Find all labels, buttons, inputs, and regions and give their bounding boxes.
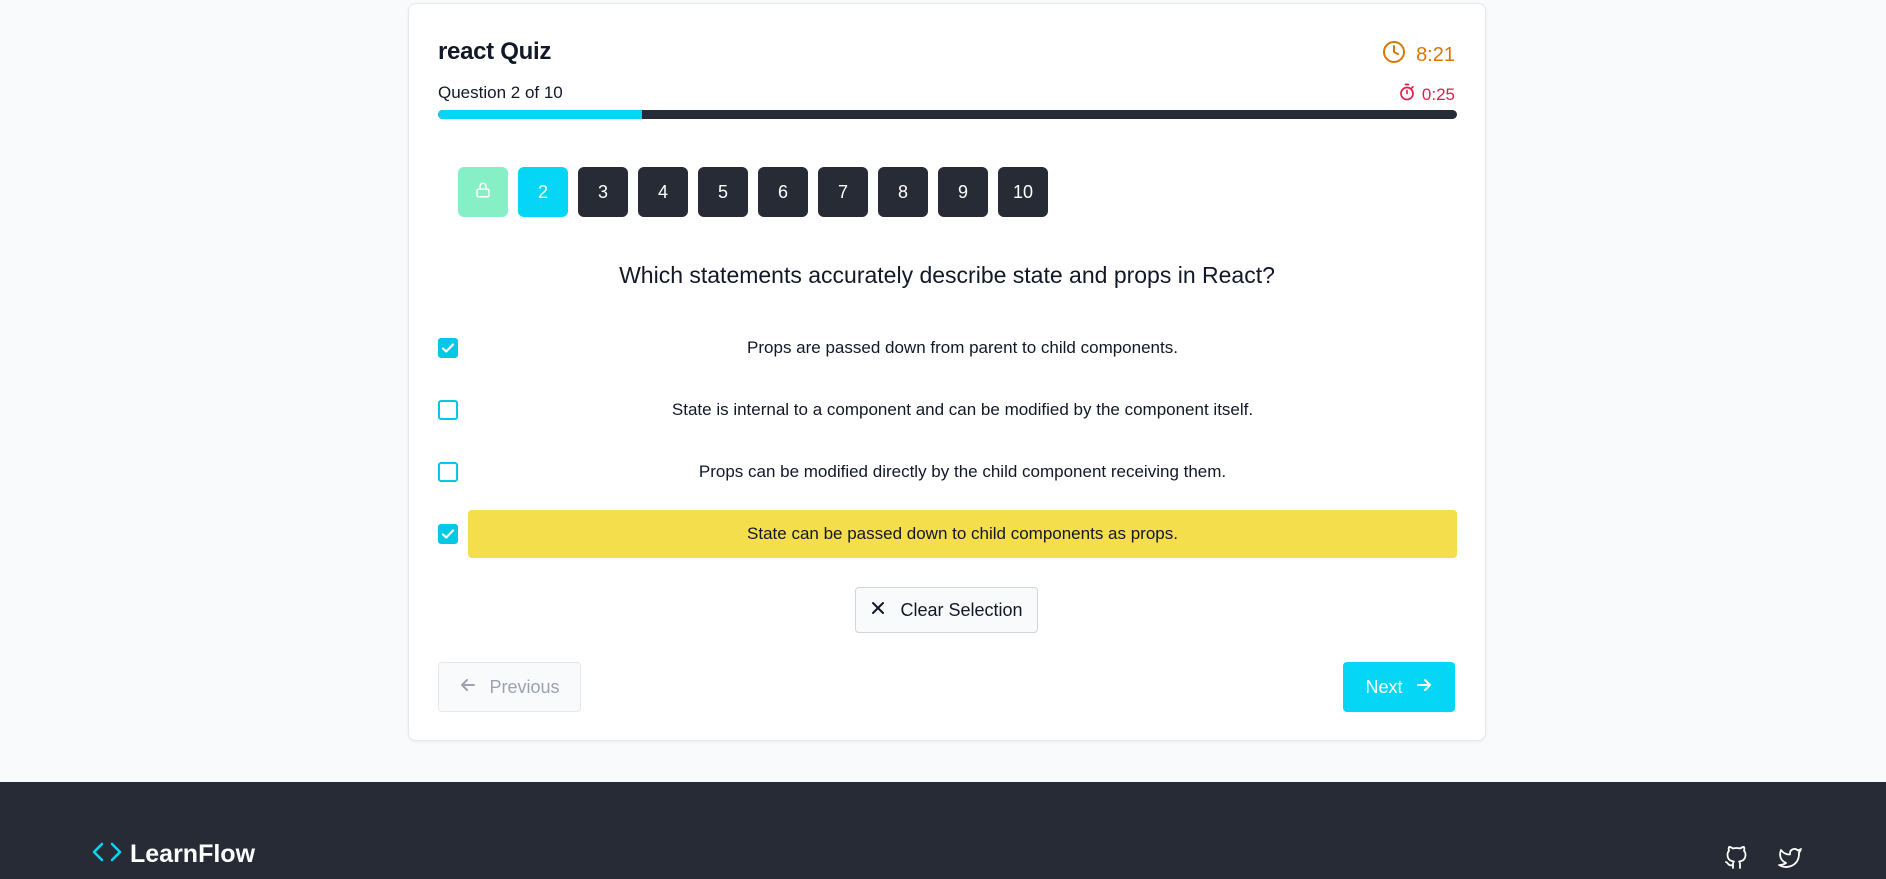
question-nav-button-7[interactable]: 7 bbox=[818, 167, 868, 217]
question-nav-label: 9 bbox=[957, 181, 968, 202]
clear-selection-button[interactable]: Clear Selection bbox=[855, 587, 1038, 633]
question-nav-button-2[interactable]: 2 bbox=[518, 167, 568, 217]
question-counter: Question 2 of 10 bbox=[438, 83, 563, 102]
progress-fill bbox=[438, 110, 642, 119]
question-nav-label: 8 bbox=[897, 181, 908, 202]
question-nav-label: 7 bbox=[837, 181, 848, 202]
option-row-3[interactable]: Props can be modified directly by the ch… bbox=[438, 448, 1457, 496]
option-checkbox[interactable] bbox=[438, 462, 458, 482]
clock-icon bbox=[1382, 40, 1406, 70]
arrow-right-icon bbox=[1415, 676, 1433, 699]
question-nav-button-8[interactable]: 8 bbox=[878, 167, 928, 217]
previous-label: Previous bbox=[489, 676, 560, 697]
question-nav-button-5[interactable]: 5 bbox=[698, 167, 748, 217]
question-nav-label: 10 bbox=[1012, 181, 1034, 202]
close-icon bbox=[870, 600, 886, 621]
brand-name: LearnFlow bbox=[130, 840, 256, 868]
total-time-value: 8:21 bbox=[1416, 43, 1455, 66]
clear-selection-label: Clear Selection bbox=[900, 599, 1023, 620]
github-icon[interactable] bbox=[1724, 846, 1748, 870]
question-timer: 0:25 bbox=[1398, 83, 1455, 106]
next-button[interactable]: Next bbox=[1343, 662, 1455, 712]
option-label[interactable]: Props can be modified directly by the ch… bbox=[468, 448, 1457, 496]
question-nav-label: 3 bbox=[597, 181, 608, 202]
option-label[interactable]: Props are passed down from parent to chi… bbox=[468, 324, 1457, 372]
question-nav-button-6[interactable]: 6 bbox=[758, 167, 808, 217]
progress-bar bbox=[438, 110, 1457, 119]
option-row-1[interactable]: Props are passed down from parent to chi… bbox=[438, 324, 1457, 372]
checkmark-icon bbox=[441, 341, 455, 355]
question-nav-label: 4 bbox=[657, 181, 668, 202]
stopwatch-icon bbox=[1398, 83, 1416, 106]
question-text: Which statements accurately describe sta… bbox=[619, 262, 1275, 288]
question-time-value: 0:25 bbox=[1421, 84, 1455, 104]
lock-icon bbox=[474, 181, 492, 204]
question-nav-button-10[interactable]: 10 bbox=[998, 167, 1048, 217]
question-nav-button-3[interactable]: 3 bbox=[578, 167, 628, 217]
option-row-4[interactable]: State can be passed down to child compon… bbox=[438, 510, 1457, 558]
option-row-2[interactable]: State is internal to a component and can… bbox=[438, 386, 1457, 434]
arrow-left-icon bbox=[459, 676, 477, 699]
question-nav-button-4[interactable]: 4 bbox=[638, 167, 688, 217]
brand-logo[interactable]: LearnFlow bbox=[92, 840, 255, 869]
question-nav-button-9[interactable]: 9 bbox=[938, 167, 988, 217]
question-nav-button-1[interactable] bbox=[458, 167, 508, 217]
footer: LearnFlow bbox=[0, 782, 1886, 879]
option-checkbox[interactable] bbox=[438, 524, 458, 544]
option-checkbox[interactable] bbox=[438, 400, 458, 420]
question-nav-label: 5 bbox=[717, 181, 728, 202]
option-label[interactable]: State is internal to a component and can… bbox=[468, 386, 1457, 434]
option-checkbox[interactable] bbox=[438, 338, 458, 358]
twitter-icon[interactable] bbox=[1778, 846, 1802, 870]
code-brackets-icon bbox=[92, 840, 122, 869]
question-navigator: 2 3 4 5 6 7 8 9 10 bbox=[458, 167, 1048, 217]
question-nav-label: 2 bbox=[537, 181, 548, 202]
previous-button[interactable]: Previous bbox=[438, 662, 581, 712]
option-label[interactable]: State can be passed down to child compon… bbox=[468, 510, 1457, 558]
quiz-card: react Quiz 8:21 Question 2 of 10 0:25 2 3… bbox=[408, 3, 1486, 741]
checkmark-icon bbox=[441, 527, 455, 541]
next-label: Next bbox=[1365, 676, 1403, 697]
quiz-title: react Quiz bbox=[438, 38, 552, 65]
total-timer: 8:21 bbox=[1382, 40, 1455, 70]
social-links bbox=[1724, 846, 1802, 870]
question-nav-label: 6 bbox=[777, 181, 788, 202]
